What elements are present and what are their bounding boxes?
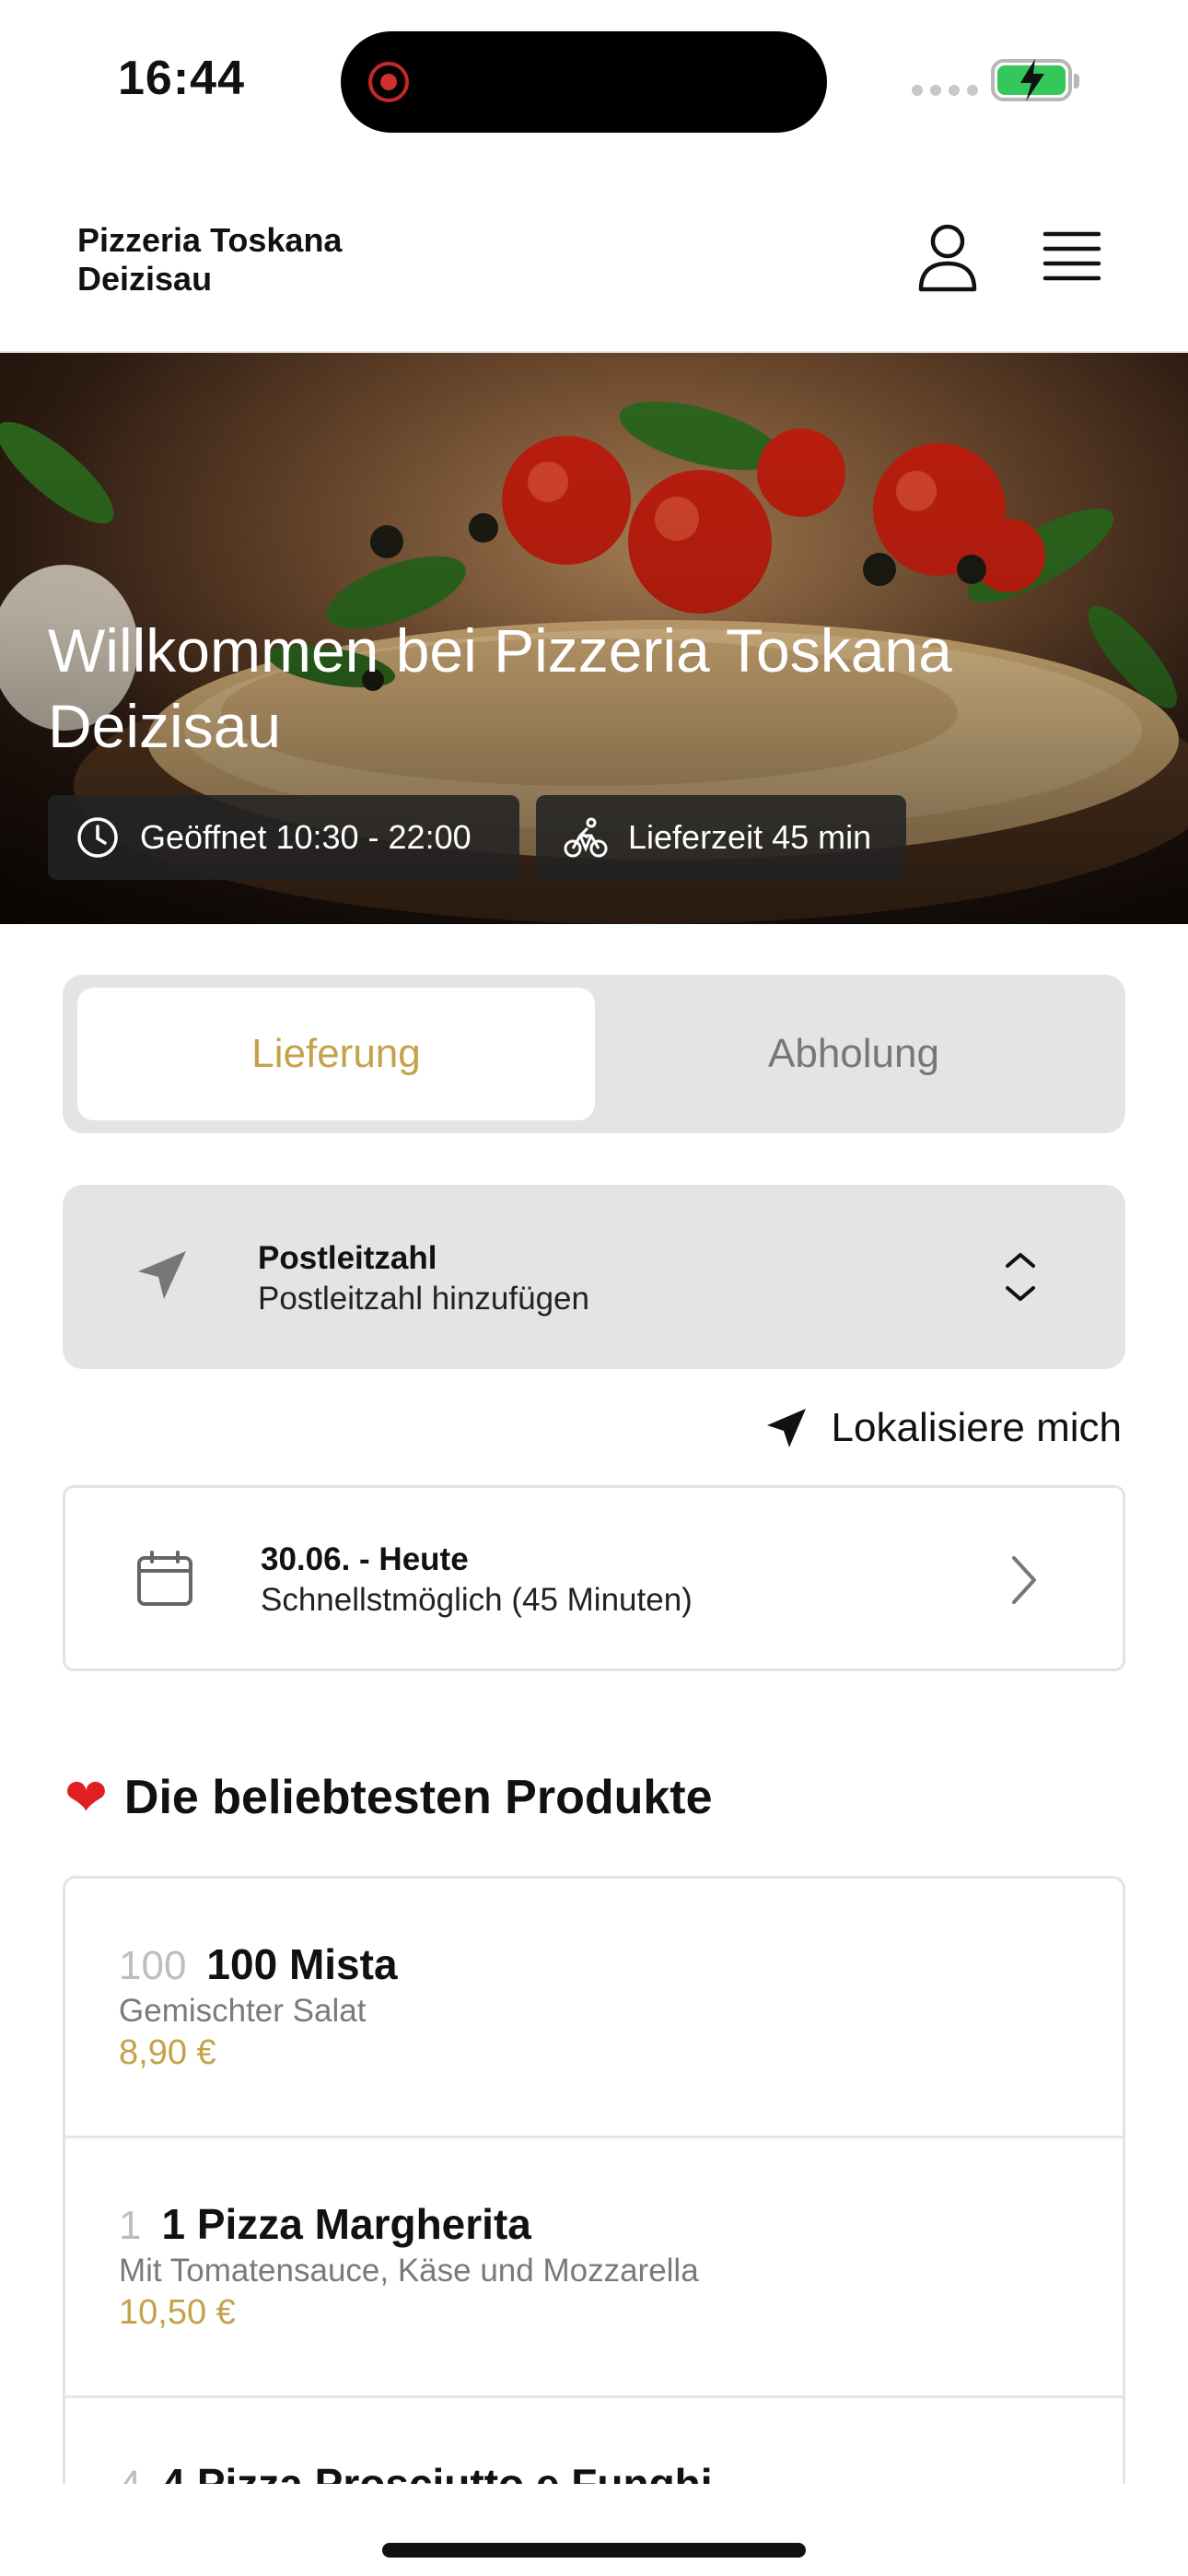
product-number: 100 [119,1943,187,1988]
opening-hours-badge: Geöffnet 10:30 - 22:00 [48,795,519,880]
postcode-value: Postleitzahl hinzufügen [258,1281,589,1317]
opening-hours-text: Geöffnet 10:30 - 22:00 [140,818,472,856]
product-item[interactable]: 100 100 Mista Gemischter Salat 8,90 € [65,1879,1123,2138]
home-indicator[interactable] [382,2543,806,2558]
heart-icon: ❤ [64,1768,108,1826]
product-name: 100 Mista [206,1940,398,1988]
welcome-title: Willkommen bei Pizzeria Toskana Deizisau [48,613,1135,764]
product-description: Gemischter Salat [119,1993,367,2029]
recording-indicator-icon [368,62,409,102]
restaurant-name-line2: Deizisau [77,260,213,298]
hero-banner: Willkommen bei Pizzeria Toskana Deizisau… [0,353,1188,924]
menu-button[interactable] [1042,228,1101,284]
order-mode-toggle: Lieferung Abholung [63,975,1125,1133]
app-header: Pizzeria Toskana Deizisau [0,157,1188,353]
delivery-time-badge: Lieferzeit 45 min [536,795,906,880]
signal-icon [912,85,978,96]
delivery-date: 30.06. - Heute [261,1541,469,1577]
popular-products-heading: ❤ Die beliebtesten Produkte [64,1767,713,1828]
product-item[interactable]: 1 1 Pizza Margherita Mit Tomatensauce, K… [65,2138,1123,2398]
status-time: 16:44 [118,52,245,105]
restaurant-name[interactable]: Pizzeria Toskana Deizisau [77,221,342,299]
tab-pickup[interactable]: Abholung [595,988,1112,1120]
bicycle-icon [564,817,608,858]
product-name: 1 Pizza Margherita [161,2200,531,2248]
delivery-time-option: Schnellstmöglich (45 Minuten) [261,1582,693,1618]
chevron-up-down-icon [1006,1253,1035,1301]
product-name: 4 Pizza Prosciutto e Funghi [161,2460,713,2484]
product-price: 10,50 € [119,2293,236,2332]
battery-icon [991,59,1079,101]
postcode-selector[interactable]: Postleitzahl Postleitzahl hinzufügen [63,1185,1125,1369]
menu-icon [1042,231,1101,281]
delivery-time-selector[interactable]: 30.06. - Heute Schnellstmöglich (45 Minu… [63,1485,1125,1671]
locate-me-button[interactable]: Lokalisiere mich [765,1399,1122,1458]
account-button[interactable] [915,223,980,293]
welcome-title-line1: Willkommen bei Pizzeria Toskana [48,616,952,685]
location-arrow-icon [138,1251,186,1299]
product-number: 4 [119,2463,141,2484]
calendar-icon [137,1551,192,1606]
clock-icon [77,817,118,858]
product-item[interactable]: 4 4 Pizza Prosciutto e Funghi [65,2398,1123,2484]
popular-products-title: Die beliebtesten Produkte [123,1771,713,1824]
product-list: 100 100 Mista Gemischter Salat 8,90 € 1 … [63,1876,1125,2484]
location-arrow-icon [766,1409,806,1447]
chevron-right-icon [1012,1556,1036,1604]
locate-me-label: Lokalisiere mich [831,1405,1122,1450]
delivery-time-text: Lieferzeit 45 min [628,818,872,856]
welcome-title-line2: Deizisau [48,692,282,760]
product-price: 8,90 € [119,2033,216,2072]
tab-delivery[interactable]: Lieferung [77,988,595,1120]
postcode-label: Postleitzahl [258,1240,437,1276]
product-number: 1 [119,2203,142,2248]
user-icon [918,224,977,292]
dynamic-island [341,31,827,133]
product-description: Mit Tomatensauce, Käse und Mozzarella [119,2253,699,2289]
status-bar: 16:44 [0,0,1188,157]
restaurant-name-line1: Pizzeria Toskana [77,221,343,259]
